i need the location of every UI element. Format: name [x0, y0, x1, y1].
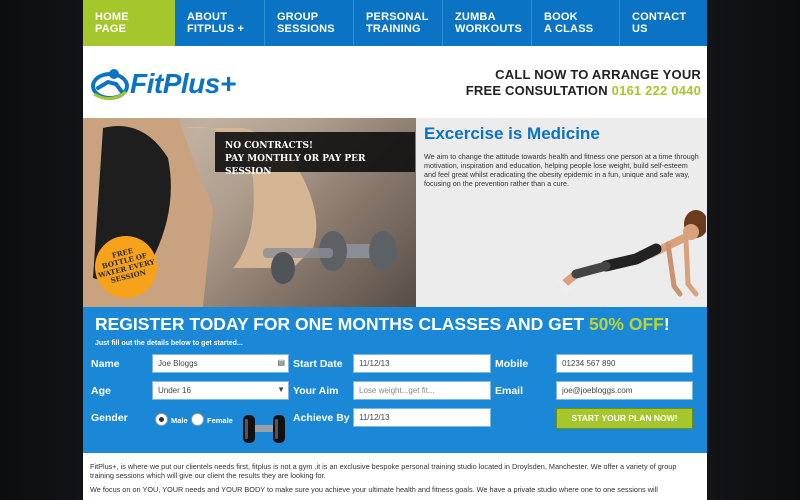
register-title-end: ! — [663, 314, 670, 334]
name-field[interactable]: Joe Bloggs ▤ — [152, 354, 289, 373]
name-value: Joe Bloggs — [158, 359, 198, 368]
nav-zumba-line1: ZUMBA — [455, 11, 496, 23]
nav-about[interactable]: ABOUT FITPLUS + — [175, 0, 265, 46]
nav-group-line2: SESSIONS — [277, 23, 335, 35]
email-field[interactable]: joe@joebloggs.com — [556, 381, 693, 400]
call-to-action: CALL NOW TO ARRANGE YOUR FREE CONSULTATI… — [466, 67, 701, 99]
nav-contact[interactable]: CONTACT US — [620, 0, 707, 46]
call-line2: FREE CONSULTATION 0161 222 0440 — [466, 83, 701, 99]
email-label: Email — [495, 385, 524, 397]
register-title: REGISTER TODAY FOR ONE MONTHS CLASSES AN… — [95, 314, 670, 335]
mobile-label: Mobile — [495, 358, 529, 370]
hero-info: Excercise is Medicine We aim to change t… — [416, 118, 707, 307]
intro-paragraph-2: We focus on on YOU, YOUR needs and YOUR … — [90, 485, 658, 494]
male-label: Male — [171, 416, 188, 425]
contact-card-icon: ▤ — [277, 358, 285, 367]
nav-book-line1: BOOK — [544, 11, 578, 23]
start-date-value: 11/12/13 — [359, 359, 390, 368]
call-consultation: FREE CONSULTATION — [465, 83, 608, 98]
nav-about-line2: FITPLUS + — [187, 23, 245, 35]
register-subtitle: Just fill out the details below to get s… — [95, 340, 243, 347]
female-label: Female — [207, 416, 233, 425]
promo-line2: PAY MONTHLY OR PAY PER SESSION — [225, 154, 366, 177]
nav-zumba[interactable]: ZUMBA WORKOUTS — [443, 0, 532, 46]
main-nav: HOME PAGE ABOUT FITPLUS + GROUP SESSIONS… — [83, 0, 707, 46]
aim-label: Your Aim — [293, 385, 339, 397]
nav-zumba-line2: WORKOUTS — [455, 23, 522, 35]
runner-logo-icon — [91, 69, 129, 100]
nav-home-line2: PAGE — [95, 23, 127, 35]
chevron-down-icon: ▼ — [277, 385, 285, 394]
name-label: Name — [91, 358, 120, 370]
nav-contact-line2: US — [632, 23, 648, 35]
hero-image: NO CONTRACTS! PAY MONTHLY OR PAY PER SES… — [83, 118, 416, 307]
nav-book-line2: A CLASS — [544, 23, 594, 35]
header: FitPlus+ CALL NOW TO ARRANGE YOUR FREE C… — [83, 46, 707, 118]
aim-value: Lose weight...get fit... — [359, 386, 435, 395]
logo[interactable]: FitPlus+ — [90, 62, 260, 106]
achieve-by-field[interactable]: 11/12/13 — [353, 408, 491, 427]
nav-personal-line1: PERSONAL — [366, 11, 429, 23]
start-date-field[interactable]: 11/12/13 — [353, 354, 491, 373]
register-title-text: REGISTER TODAY FOR ONE MONTHS CLASSES AN… — [95, 314, 589, 334]
email-value: joe@joebloggs.com — [562, 386, 633, 395]
female-radio[interactable] — [191, 413, 204, 426]
achieve-by-value: 11/12/13 — [359, 413, 390, 422]
nav-personal-line2: TRAINING — [366, 23, 421, 35]
call-line1: CALL NOW TO ARRANGE YOUR — [495, 67, 701, 82]
age-select[interactable]: Under 16 ▼ — [152, 381, 289, 400]
logo-text: FitPlus+ — [130, 68, 236, 99]
register-form: REGISTER TODAY FOR ONE MONTHS CLASSES AN… — [83, 307, 707, 453]
start-date-label: Start Date — [293, 358, 343, 370]
mobile-value: 01234 567 890 — [562, 359, 616, 368]
intro-paragraph-1: FitPlus+, is where we put our clientels … — [90, 462, 677, 480]
male-radio[interactable] — [155, 413, 168, 426]
nav-home-line1: HOME — [95, 11, 129, 23]
aim-field[interactable]: Lose weight...get fit... — [353, 381, 491, 400]
register-discount: 50% OFF — [588, 314, 664, 334]
nav-group-line1: GROUP — [277, 11, 319, 23]
nav-group-sessions[interactable]: GROUP SESSIONS — [265, 0, 354, 46]
promo-line1: NO CONTRACTS! — [225, 141, 313, 151]
nav-personal-training[interactable]: PERSONAL TRAINING — [354, 0, 443, 46]
phone-number[interactable]: 0161 222 0440 — [612, 83, 701, 98]
nav-home[interactable]: HOME PAGE — [83, 0, 175, 46]
hero-title: Excercise is Medicine — [424, 124, 600, 143]
promo-box: NO CONTRACTS! PAY MONTHLY OR PAY PER SES… — [215, 132, 415, 177]
nav-book-class[interactable]: BOOK A CLASS — [532, 0, 620, 46]
start-plan-button[interactable]: START YOUR PLAN NOW! — [556, 408, 693, 429]
mobile-field[interactable]: 01234 567 890 — [556, 354, 693, 373]
hero-text: We aim to change the attitude towards he… — [424, 152, 699, 188]
age-value: Under 16 — [158, 386, 191, 395]
nav-contact-line1: CONTACT — [632, 11, 687, 23]
gender-label: Gender — [91, 412, 128, 424]
achieve-by-label: Achieve By — [293, 412, 350, 424]
age-label: Age — [91, 385, 111, 397]
nav-about-line1: ABOUT — [187, 11, 228, 23]
pushup-woman-photo — [557, 210, 706, 297]
intro-text: FitPlus+, is where we put our clientels … — [90, 462, 702, 499]
page: HOME PAGE ABOUT FITPLUS + GROUP SESSIONS… — [83, 0, 707, 500]
dumbbell-icon — [243, 415, 285, 443]
